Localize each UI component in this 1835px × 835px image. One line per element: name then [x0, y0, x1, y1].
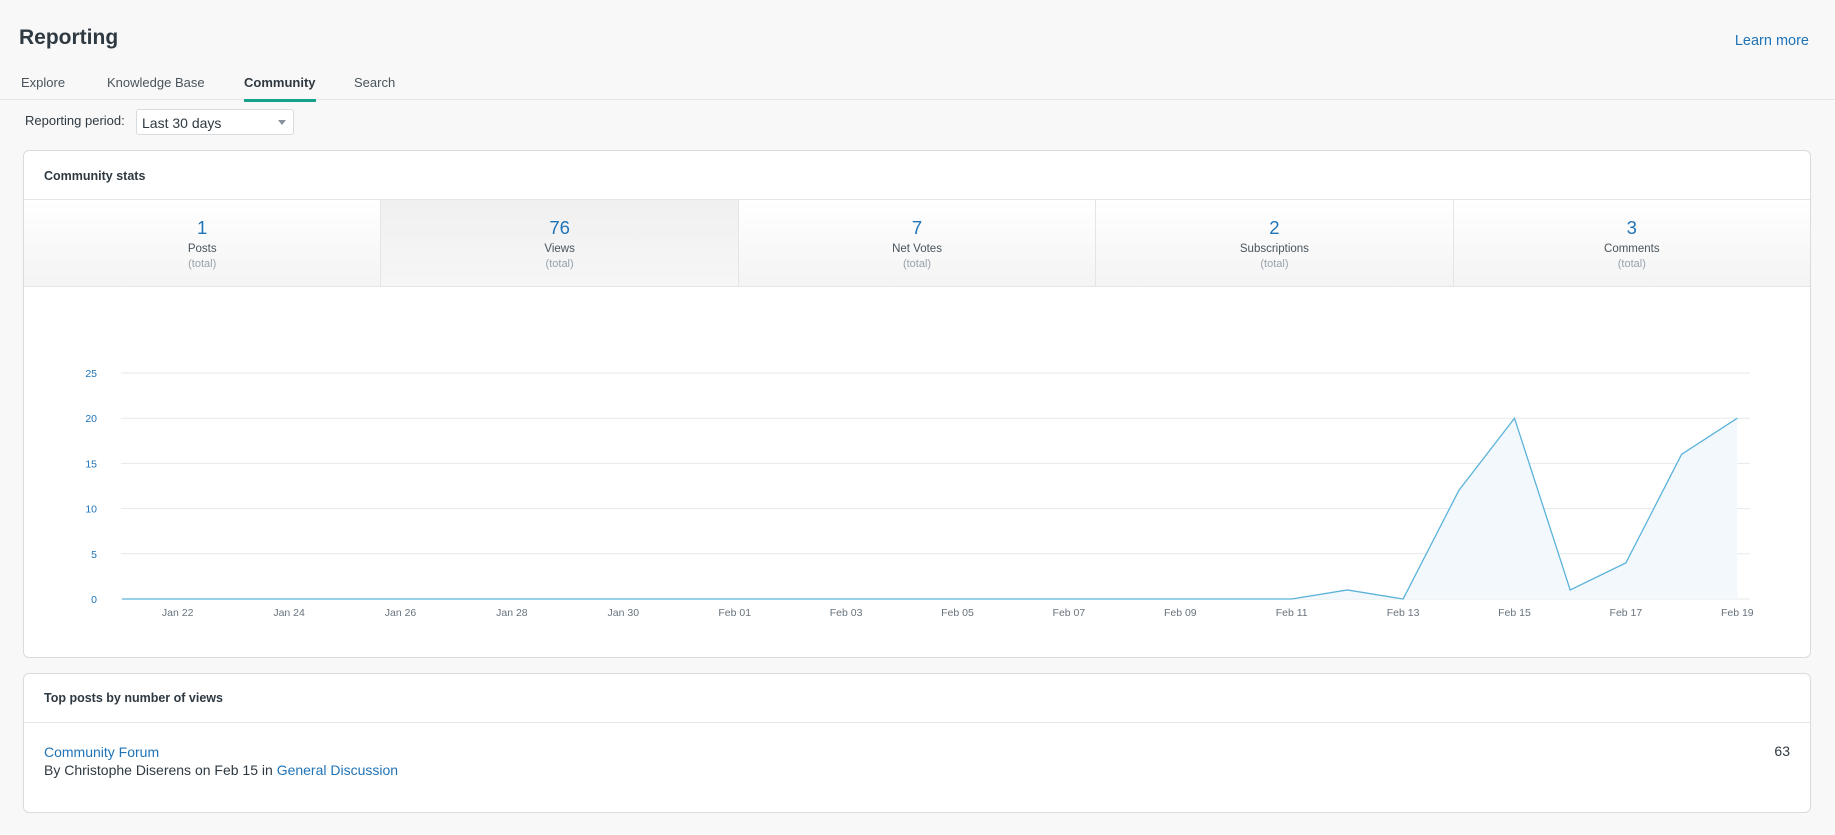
x-tick-label: Jan 26: [385, 607, 417, 619]
stat-comments[interactable]: 3 Comments (total): [1453, 200, 1810, 286]
post-view-count: 63: [1774, 743, 1790, 759]
stat-comments-label: Comments: [1604, 243, 1660, 255]
x-tick-label: Feb 05: [941, 607, 974, 619]
community-stats-title: Community stats: [44, 169, 146, 183]
stat-comments-sub: (total): [1617, 258, 1646, 270]
x-tick-label: Jan 22: [162, 607, 194, 619]
post-author-text: By Christophe Diserens on Feb 15 in: [44, 762, 273, 778]
community-stats-card: Community stats 1 Posts (total) 76 Views…: [23, 150, 1811, 658]
x-tick-label: Feb 01: [718, 607, 751, 619]
stat-net-votes-value: 7: [911, 217, 923, 238]
y-tick-label: 0: [91, 594, 97, 606]
stat-views[interactable]: 76 Views (total): [381, 200, 739, 286]
page-title: Reporting: [19, 26, 119, 49]
x-tick-label: Feb 17: [1610, 607, 1643, 619]
divider: [24, 722, 1810, 723]
stat-views-value: 76: [549, 217, 570, 238]
y-tick-label: 10: [85, 504, 97, 516]
stat-subscriptions-sub: (total): [1260, 258, 1289, 270]
stat-posts-label: Posts: [187, 243, 217, 255]
stat-comments-value: 3: [1626, 217, 1637, 238]
tab-bar: Explore Knowledge Base Community Search: [0, 62, 1835, 102]
chevron-down-icon: [278, 120, 286, 125]
post-category-link[interactable]: General Discussion: [277, 762, 398, 778]
x-tick-label: Jan 24: [273, 607, 305, 619]
reporting-period-label: Reporting period:: [25, 113, 125, 128]
stat-net-votes[interactable]: 7 Net Votes (total): [738, 200, 1097, 286]
y-tick-label: 5: [91, 549, 97, 561]
x-tick-label: Feb 07: [1053, 607, 1086, 619]
tab-explore[interactable]: Explore: [21, 75, 65, 99]
views-chart: 0 5 10 15 20 25 Jan 22 Jan 24 Jan 26 Jan 28 Jan 30…: [85, 368, 1754, 619]
x-tick-label: Feb 03: [830, 607, 863, 619]
learn-more-link[interactable]: Learn more: [1735, 33, 1809, 49]
x-tick-label: Feb 15: [1498, 607, 1531, 619]
reporting-period-select[interactable]: Last 30 days: [136, 109, 294, 135]
tab-search[interactable]: Search: [354, 75, 395, 99]
top-posts-card: Top posts by number of views Community F…: [23, 673, 1811, 813]
tab-community[interactable]: Community: [244, 75, 316, 102]
stat-views-sub: (total): [545, 258, 574, 270]
y-tick-label: 15: [85, 458, 97, 470]
stat-subscriptions-label: Subscriptions: [1239, 243, 1309, 255]
reporting-period-value: Last 30 days: [142, 115, 222, 131]
x-tick-label: Feb 09: [1164, 607, 1197, 619]
y-tick-label: 20: [85, 413, 97, 425]
x-tick-label: Jan 28: [496, 607, 528, 619]
x-tick-label: Jan 30: [608, 607, 640, 619]
post-title-link[interactable]: Community Forum: [44, 744, 159, 760]
stat-net-votes-label: Net Votes: [892, 243, 942, 255]
tab-knowledge-base[interactable]: Knowledge Base: [107, 75, 205, 99]
x-tick-label: Feb 19: [1721, 607, 1754, 619]
stat-posts[interactable]: 1 Posts (total): [24, 200, 382, 286]
stats-row: 1 Posts (total) 76 Views (total) 7 Net V…: [24, 199, 1810, 287]
stat-posts-value: 1: [197, 217, 208, 238]
stat-subscriptions[interactable]: 2 Subscriptions (total): [1096, 200, 1454, 286]
stat-net-votes-sub: (total): [902, 258, 932, 270]
post-meta: By Christophe Diserens on Feb 15 in Gene…: [44, 762, 398, 778]
top-posts-title: Top posts by number of views: [44, 691, 223, 705]
stat-views-label: Views: [544, 243, 575, 255]
stat-subscriptions-value: 2: [1269, 217, 1280, 238]
stat-posts-sub: (total): [188, 258, 217, 270]
x-tick-label: Feb 11: [1276, 607, 1308, 619]
x-tick-label: Feb 13: [1387, 607, 1420, 619]
y-tick-label: 25: [85, 368, 97, 380]
